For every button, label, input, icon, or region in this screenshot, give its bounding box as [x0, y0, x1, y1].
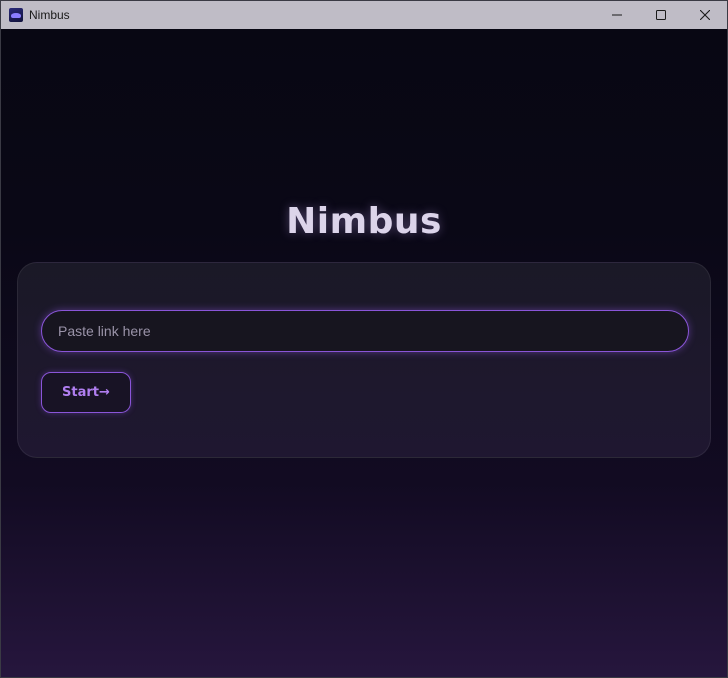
maximize-icon [656, 10, 666, 20]
app-logo-icon [9, 8, 23, 22]
start-button[interactable]: Start → [41, 372, 131, 413]
start-button-label: Start [62, 385, 100, 400]
window-title: Nimbus [29, 8, 70, 22]
title-bar[interactable]: Nimbus [1, 1, 727, 29]
minimize-icon [612, 14, 622, 16]
main-content: Nimbus Start→ [1, 29, 727, 677]
link-input[interactable] [41, 310, 689, 352]
app-window: Nimbus Nimbus Paste link here Start → [0, 0, 728, 678]
maximize-button[interactable] [639, 1, 683, 29]
download-card: Start→ [17, 262, 711, 458]
minimize-button[interactable] [595, 1, 639, 29]
arrow-right-icon: → [99, 385, 110, 400]
window-controls [595, 1, 727, 29]
close-icon [700, 10, 710, 20]
page-title: Nimbus [286, 201, 442, 242]
close-button[interactable] [683, 1, 727, 29]
